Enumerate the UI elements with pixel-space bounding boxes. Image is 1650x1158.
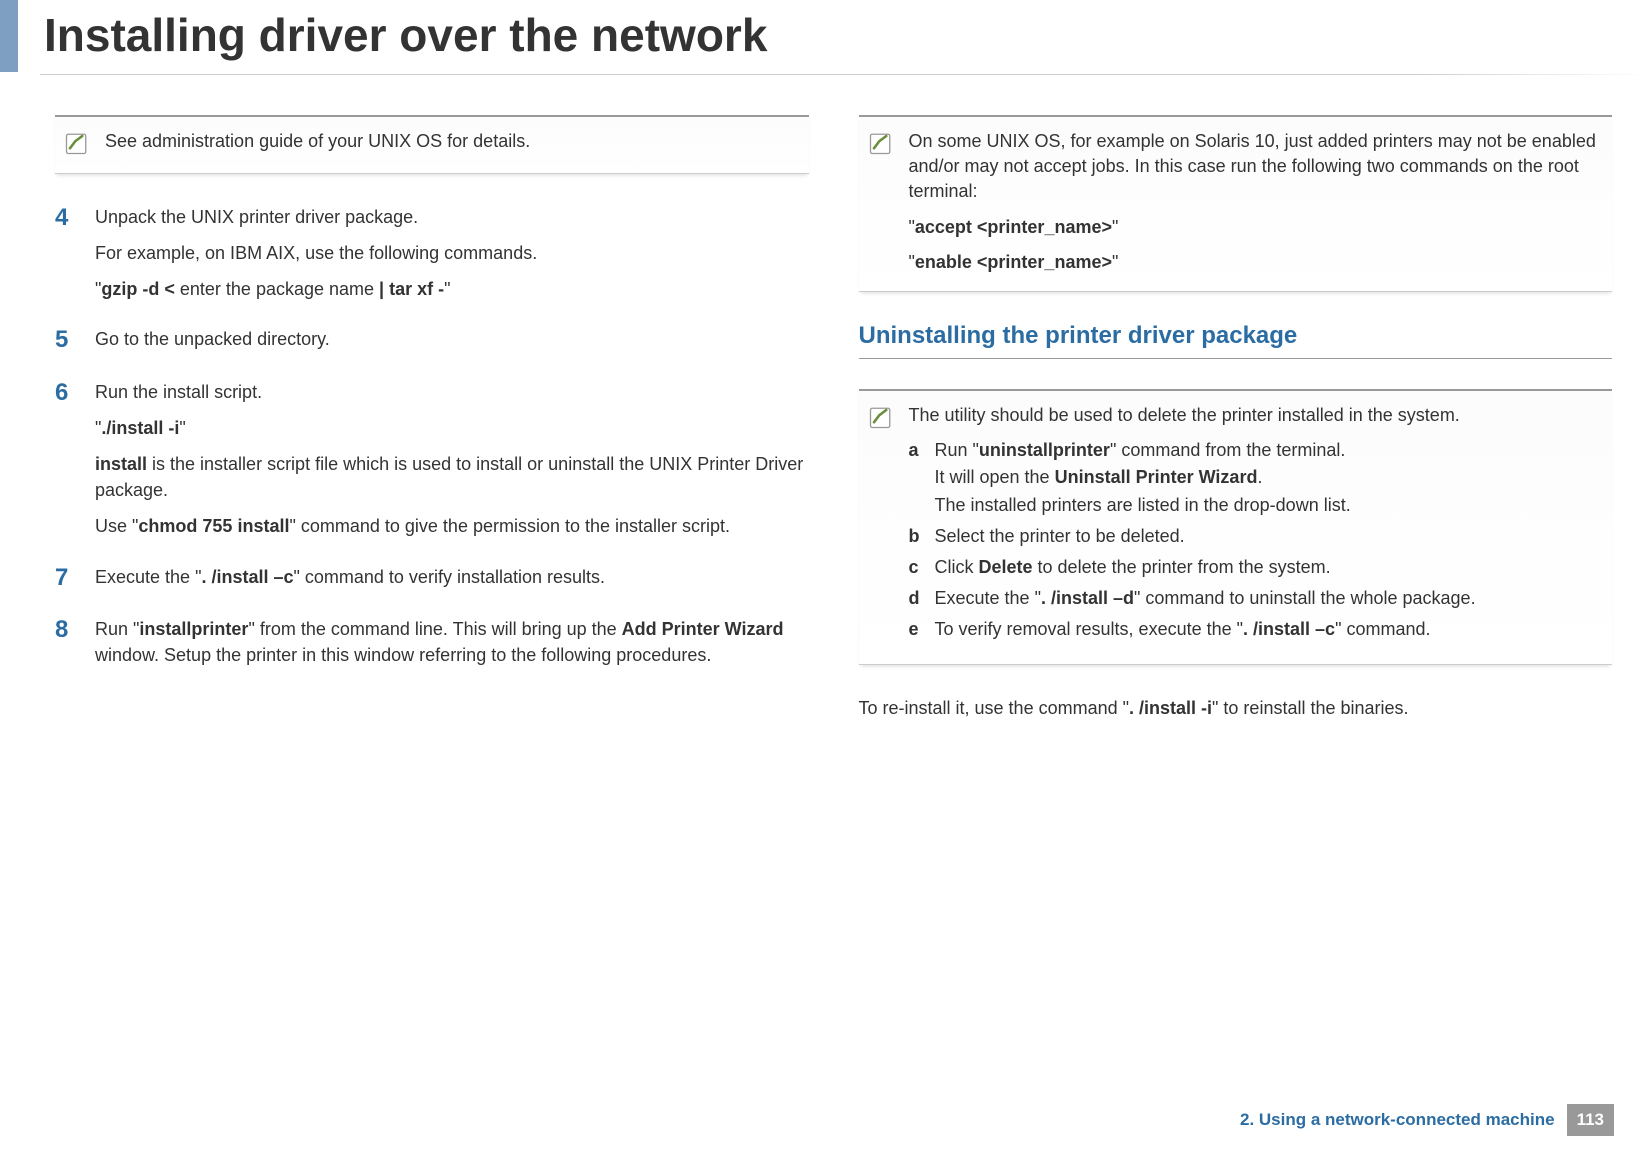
step-text: Execute the ". /install –c" command to v…	[95, 564, 809, 590]
step-text: Run the install script.	[95, 379, 809, 405]
step-text: install is the installer script file whi…	[95, 451, 809, 503]
note-text: The utility should be used to delete the…	[909, 403, 1605, 649]
note-para: See administration guide of your UNIX OS…	[105, 129, 801, 154]
left-column: See administration guide of your UNIX OS…	[55, 115, 809, 722]
sub-list: a Run "uninstallprinter" command from th…	[909, 438, 1605, 642]
reinstall-para: To re-install it, use the command ". /in…	[859, 695, 1613, 721]
sub-item-e: e To verify removal results, execute the…	[909, 617, 1605, 642]
sub-letter: d	[909, 586, 935, 611]
sub-item-d: d Execute the ". /install –d" command to…	[909, 586, 1605, 611]
sub-letter: b	[909, 524, 935, 549]
note-text: See administration guide of your UNIX OS…	[105, 129, 801, 157]
sub-text: Execute the ". /install –d" command to u…	[935, 586, 1605, 611]
sub-letter: c	[909, 555, 935, 580]
sub-text: To verify removal results, execute the "…	[935, 617, 1605, 642]
step-number: 4	[55, 204, 95, 302]
page-header: Installing driver over the network	[0, 0, 1650, 75]
step-body: Unpack the UNIX printer driver package. …	[95, 204, 809, 302]
step-7: 7 Execute the ". /install –c" command to…	[55, 564, 809, 593]
sub-text: Select the printer to be deleted.	[935, 524, 1605, 549]
page-title: Installing driver over the network	[20, 0, 1650, 74]
note-command: "enable <printer_name>"	[909, 250, 1605, 275]
header-tab-decoration	[0, 0, 18, 72]
step-number: 6	[55, 379, 95, 539]
step-text: Use "chmod 755 install" command to give …	[95, 513, 809, 539]
step-text: For example, on IBM AIX, use the followi…	[95, 240, 809, 266]
sub-item-a: a Run "uninstallprinter" command from th…	[909, 438, 1605, 518]
note-para: On some UNIX OS, for example on Solaris …	[909, 129, 1605, 205]
header-divider	[40, 74, 1650, 75]
step-5: 5 Go to the unpacked directory.	[55, 326, 809, 355]
step-4: 4 Unpack the UNIX printer driver package…	[55, 204, 809, 302]
section-heading: Uninstalling the printer driver package	[859, 322, 1613, 359]
step-6: 6 Run the install script. "./install -i"…	[55, 379, 809, 539]
note-box-1: See administration guide of your UNIX OS…	[55, 115, 809, 174]
note-box-3: The utility should be used to delete the…	[859, 389, 1613, 666]
note-command: "accept <printer_name>"	[909, 215, 1605, 240]
step-body: Run the install script. "./install -i" i…	[95, 379, 809, 539]
step-body: Execute the ". /install –c" command to v…	[95, 564, 809, 593]
sub-item-b: b Select the printer to be deleted.	[909, 524, 1605, 549]
step-body: Run "installprinter" from the command li…	[95, 616, 809, 668]
sub-letter: e	[909, 617, 935, 642]
step-text: Unpack the UNIX printer driver package.	[95, 204, 809, 230]
step-text: Run "installprinter" from the command li…	[95, 616, 809, 668]
right-column: On some UNIX OS, for example on Solaris …	[859, 115, 1613, 722]
sub-text: Click Delete to delete the printer from …	[935, 555, 1605, 580]
step-command: "gzip -d < enter the package name | tar …	[95, 276, 809, 302]
footer-page-number: 113	[1567, 1104, 1614, 1136]
step-8: 8 Run "installprinter" from the command …	[55, 616, 809, 668]
sub-text: Run "uninstallprinter" command from the …	[935, 438, 1605, 518]
step-number: 5	[55, 326, 95, 355]
step-text: Go to the unpacked directory.	[95, 326, 809, 352]
note-icon	[867, 129, 895, 157]
step-body: Go to the unpacked directory.	[95, 326, 809, 355]
content-area: See administration guide of your UNIX OS…	[0, 75, 1650, 722]
note-text: On some UNIX OS, for example on Solaris …	[909, 129, 1605, 275]
page-footer: 2. Using a network-connected machine 113	[1240, 1104, 1614, 1136]
note-box-2: On some UNIX OS, for example on Solaris …	[859, 115, 1613, 292]
note-intro: The utility should be used to delete the…	[909, 403, 1605, 428]
step-number: 8	[55, 616, 95, 668]
step-command: "./install -i"	[95, 415, 809, 441]
sub-item-c: c Click Delete to delete the printer fro…	[909, 555, 1605, 580]
step-number: 7	[55, 564, 95, 593]
sub-letter: a	[909, 438, 935, 518]
note-icon	[63, 129, 91, 157]
footer-chapter: 2. Using a network-connected machine	[1240, 1110, 1555, 1130]
note-icon	[867, 403, 895, 431]
